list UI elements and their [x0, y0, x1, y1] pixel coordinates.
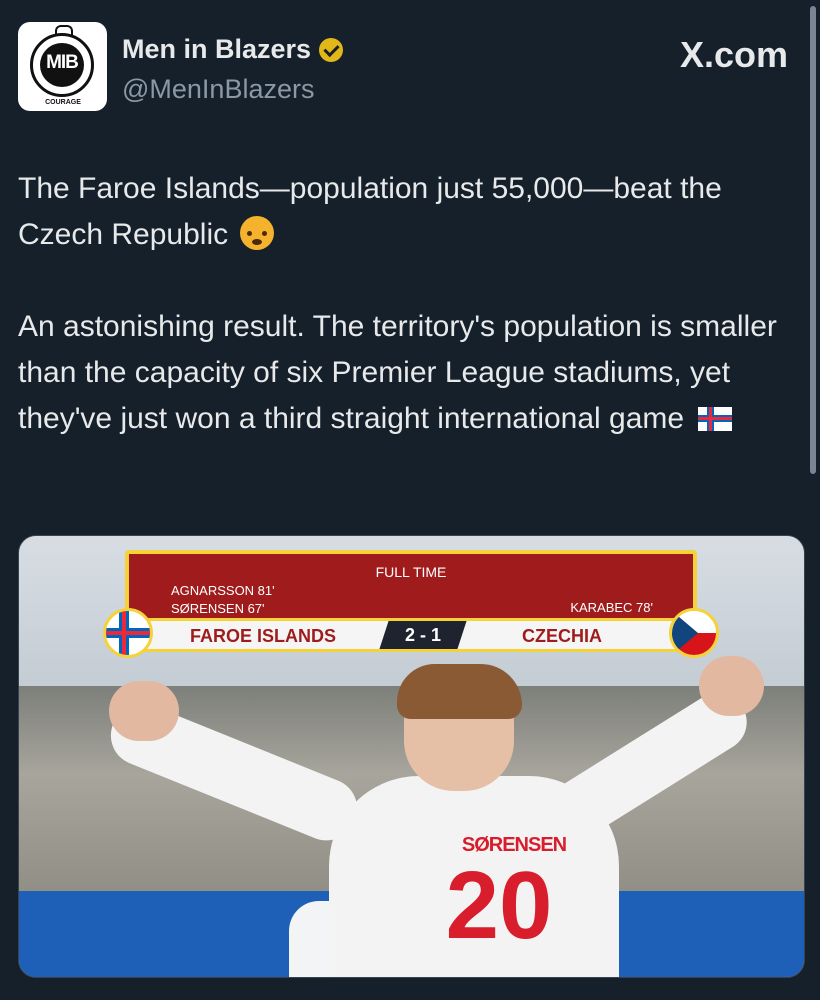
player-hair	[397, 664, 522, 719]
away-scorer: KARABEC 78'	[570, 600, 653, 615]
exploding-head-icon	[240, 216, 275, 250]
logo-monogram: MIB	[40, 43, 84, 87]
scrollbar[interactable]	[810, 6, 816, 474]
avatar[interactable]: MIB COURAGE	[18, 22, 107, 111]
post-image[interactable]: SØRENSEN 20 FULL TIME AGNARSSON 81' SØRE…	[18, 535, 805, 978]
post-body: The Faroe Islands—population just 55,000…	[18, 166, 798, 442]
away-team-name: CZECHIA	[522, 626, 602, 646]
author-handle[interactable]: @MenInBlazers	[122, 74, 314, 105]
shirt-number: 20	[445, 852, 553, 959]
player-left-hand	[109, 681, 179, 741]
author-name[interactable]: Men in Blazers	[122, 34, 311, 65]
post-text-paragraph-1: The Faroe Islands—population just 55,000…	[18, 172, 722, 251]
home-scorer: SØRENSEN 67'	[171, 601, 265, 616]
home-team-name: FAROE ISLANDS	[190, 626, 337, 646]
player-right-hand	[699, 656, 764, 716]
verified-badge-icon[interactable]	[319, 37, 344, 62]
czechia-flag-icon	[669, 608, 719, 658]
score-strip: FAROE ISLANDS 2 - 1 CZECHIA	[123, 618, 699, 652]
score: 2 - 1	[404, 625, 442, 645]
site-label: X.com	[679, 34, 788, 75]
author-row[interactable]: Men in Blazers	[122, 34, 344, 65]
faroe-islands-flag-icon	[698, 407, 733, 431]
home-scorer: AGNARSSON 81'	[171, 583, 275, 598]
post-header: MIB COURAGE Men in Blazers @MenInBlazers…	[18, 22, 790, 117]
match-status: FULL TIME	[375, 564, 447, 580]
logo-caption: COURAGE	[45, 99, 81, 106]
faroe-islands-flag-icon	[103, 608, 153, 658]
post-text-paragraph-2: An astonishing result. The territory's p…	[18, 310, 777, 435]
home-scorers: AGNARSSON 81' SØRENSEN 67'	[171, 582, 275, 618]
